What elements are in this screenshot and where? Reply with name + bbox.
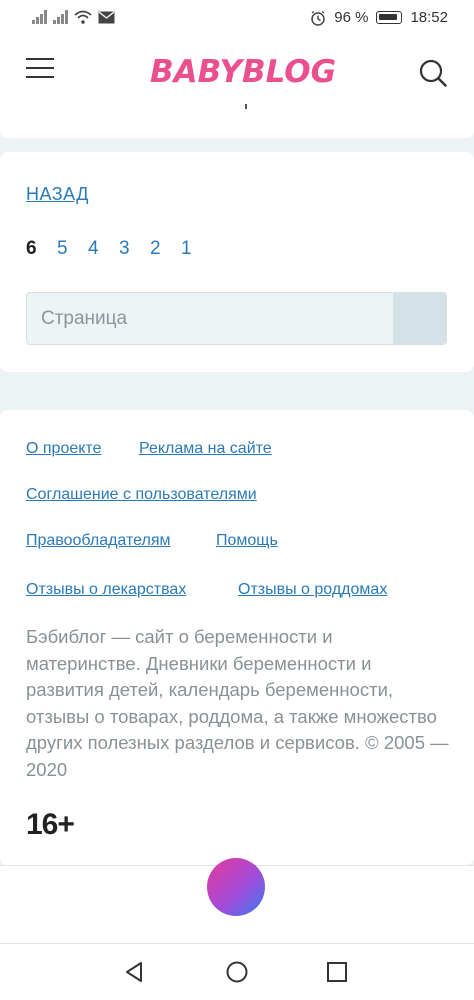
back-triangle-icon[interactable] xyxy=(122,960,146,984)
page-go-button[interactable] xyxy=(393,293,446,344)
system-nav-bar xyxy=(0,943,474,1000)
hamburger-icon[interactable] xyxy=(26,58,54,84)
home-circle-icon[interactable] xyxy=(225,960,249,984)
search-icon[interactable] xyxy=(418,58,450,90)
signal-icon xyxy=(32,10,47,24)
pagination-panel: НАЗАД 6 5 4 3 2 1 xyxy=(0,152,474,372)
babyblog-logo[interactable]: BABYBLOG xyxy=(146,52,340,92)
header-divider-mark xyxy=(245,104,247,109)
back-link[interactable]: НАЗАД xyxy=(26,184,89,205)
footer-link-ads[interactable]: Реклама на сайте xyxy=(139,440,272,458)
footer-link-drug-reviews[interactable]: Отзывы о лекарствах xyxy=(26,581,186,599)
page-jump-field xyxy=(26,292,447,345)
recents-square-icon[interactable] xyxy=(325,960,349,984)
battery-icon xyxy=(376,11,403,24)
status-icons-left xyxy=(32,10,115,24)
footer-link-maternity-reviews[interactable]: Отзывы о роддомах xyxy=(238,581,387,599)
clock: 18:52 xyxy=(410,9,448,26)
signal-icon xyxy=(53,10,68,24)
floating-action-button[interactable] xyxy=(207,858,265,916)
site-header: BABYBLOG xyxy=(0,38,474,138)
page-current: 6 xyxy=(26,238,37,259)
footer-link-agreement[interactable]: Соглашение с пользователями xyxy=(26,486,257,504)
status-bar: 96 % 18:52 xyxy=(0,0,474,38)
bottom-bar xyxy=(0,858,474,943)
status-icons-right: 96 % 18:52 xyxy=(310,9,448,26)
footer-link-help[interactable]: Помощь xyxy=(216,532,278,550)
alarm-icon xyxy=(311,10,325,26)
page-link[interactable]: 5 xyxy=(57,238,88,260)
site-description: Бэбиблог — сайт о беременности и материн… xyxy=(26,626,449,780)
site-footer: О проекте Реклама на сайте Соглашение с … xyxy=(0,410,474,865)
age-rating: 16+ xyxy=(26,808,75,841)
page-link[interactable]: 2 xyxy=(150,238,181,260)
footer-link-rights[interactable]: Правообладателям xyxy=(26,532,171,550)
page-link[interactable]: 3 xyxy=(119,238,150,260)
page-list: 6 5 4 3 2 1 xyxy=(26,238,212,260)
mail-icon xyxy=(98,10,115,23)
page-number-input[interactable] xyxy=(27,293,394,344)
page-link[interactable]: 1 xyxy=(181,238,212,260)
battery-percent: 96 % xyxy=(334,9,369,26)
wifi-icon xyxy=(74,10,92,24)
page-link[interactable]: 4 xyxy=(88,238,119,260)
footer-link-about[interactable]: О проекте xyxy=(26,440,101,458)
